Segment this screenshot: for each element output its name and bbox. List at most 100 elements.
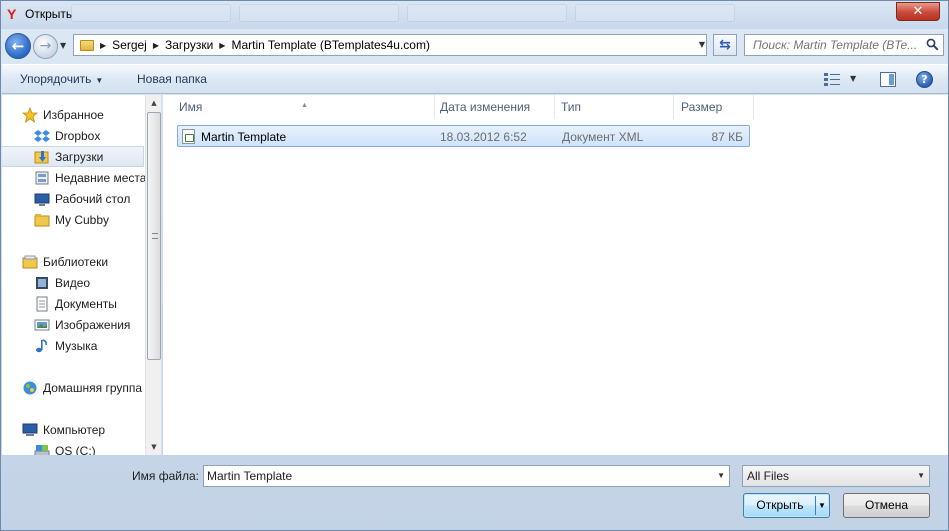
search-box[interactable] (744, 34, 944, 56)
yandex-browser-logo-icon: Y (7, 6, 17, 22)
homegroup-icon (23, 381, 37, 394)
organize-button[interactable]: Упорядочить ▼ (20, 72, 103, 86)
address-history-dropdown[interactable]: ▼ (694, 35, 710, 55)
arrow-right-icon: → (39, 38, 52, 54)
arrow-left-icon: ← (11, 37, 25, 55)
navigation-scrollbar[interactable]: ▲ ▼ (145, 95, 161, 455)
filename-label: Имя файла: (132, 469, 199, 483)
sidebar-item-label: Рабочий стол (55, 191, 131, 206)
file-size: 87 КБ (711, 130, 743, 144)
sidebar-item-label: Библиотеки (43, 254, 109, 269)
sidebar-item-label: OS (C:) (55, 443, 96, 456)
back-button[interactable]: ← (5, 33, 31, 59)
close-window-button[interactable]: ✕ (896, 2, 940, 21)
open-button[interactable]: Открыть ▼ (743, 493, 830, 518)
command-bar: Упорядочить ▼ Новая папка ▼ ? (2, 64, 948, 94)
preview-pane-icon[interactable] (880, 72, 896, 87)
filename-field[interactable]: Martin Template ▼ (203, 465, 730, 487)
sidebar-item-desktop[interactable]: Рабочий стол (2, 188, 144, 209)
sidebar-item-music[interactable]: Музыка (2, 335, 144, 356)
sidebar-item-label: Документы (55, 296, 117, 311)
drive-icon (34, 444, 50, 455)
open-button-label: Открыть (756, 498, 804, 512)
sidebar-item-label: Избранное (43, 107, 104, 122)
libraries-icon (22, 255, 38, 268)
file-row[interactable]: Martin Template 18.03.2012 6:52 Документ… (177, 125, 750, 147)
view-dropdown[interactable]: ▼ (850, 74, 856, 83)
folder-icon (80, 39, 94, 51)
open-file-dialog: Y Открыть ✕ ← → ▼ ▶ Sergej ▶ Загрузки ▶ … (0, 0, 949, 531)
column-header-date[interactable]: Дата изменения (435, 95, 555, 119)
background-tab (575, 4, 735, 22)
chevron-right-icon[interactable]: ▶ (100, 41, 106, 50)
sidebar-item-label: Недавние места (55, 170, 147, 185)
desktop-icon (34, 193, 50, 206)
documents-icon (36, 296, 48, 311)
search-input[interactable] (745, 35, 923, 55)
sidebar-item-label: Домашняя группа (43, 380, 143, 395)
filename-value: Martin Template (207, 469, 293, 483)
forward-button[interactable]: → (33, 34, 58, 59)
pictures-icon (34, 319, 50, 330)
downloads-folder-icon (34, 150, 49, 163)
chevron-down-icon: ▼ (95, 76, 104, 85)
chevron-right-icon[interactable]: ▶ (219, 41, 225, 50)
sidebar-item-video[interactable]: Видео (2, 272, 144, 293)
sidebar-item-libraries[interactable]: Библиотеки (2, 251, 144, 272)
file-list: Имя ▲ Дата изменения Тип Размер Martin T… (163, 95, 948, 455)
music-icon (36, 338, 47, 352)
sidebar-item-os-drive[interactable]: OS (C:) (2, 440, 144, 455)
breadcrumb-current-folder[interactable]: Martin Template (BTemplates4u.com) (231, 38, 430, 52)
sidebar-item-computer[interactable]: Компьютер (2, 419, 144, 440)
recent-places-icon (35, 171, 49, 184)
refresh-icon: ⇆ (719, 37, 731, 53)
chevron-right-icon[interactable]: ▶ (153, 41, 159, 50)
grip-icon (152, 233, 158, 239)
cancel-button[interactable]: Отмена (843, 493, 930, 518)
search-icon[interactable] (926, 38, 939, 51)
title-bar: Y Открыть ✕ (1, 1, 948, 29)
sort-ascending-icon: ▲ (301, 102, 308, 109)
breadcrumb-downloads[interactable]: Загрузки (165, 38, 213, 52)
video-icon (36, 276, 48, 289)
chevron-down-icon: ▼ (917, 471, 925, 480)
navigation-pane: Избранное Dropbox Загрузки Недавние мест… (2, 95, 162, 455)
scroll-up-arrow-icon[interactable]: ▲ (146, 95, 161, 111)
chevron-down-icon[interactable]: ▼ (717, 466, 725, 486)
organize-label: Упорядочить (20, 72, 92, 86)
background-tab (239, 4, 399, 22)
column-header-type[interactable]: Тип (555, 95, 674, 119)
sidebar-item-pictures[interactable]: Изображения (2, 314, 144, 335)
refresh-button[interactable]: ⇆ (713, 34, 737, 56)
sidebar-item-documents[interactable]: Документы (2, 293, 144, 314)
file-name: Martin Template (201, 130, 287, 144)
address-bar[interactable]: ▶ Sergej ▶ Загрузки ▶ Martin Template (B… (73, 34, 707, 56)
column-header-name[interactable]: Имя ▲ (163, 95, 435, 119)
xml-file-icon (182, 129, 195, 144)
sidebar-item-label: Загрузки (55, 149, 104, 164)
sidebar-item-label: Музыка (55, 338, 98, 353)
scroll-down-arrow-icon[interactable]: ▼ (146, 439, 161, 455)
file-type-filter-value: All Files (747, 469, 790, 483)
column-header-size[interactable]: Размер (674, 95, 754, 119)
breadcrumb-user[interactable]: Sergej (112, 38, 147, 52)
sidebar-item-dropbox[interactable]: Dropbox (2, 125, 144, 146)
new-folder-button[interactable]: Новая папка (137, 72, 207, 86)
sidebar-item-label: Изображения (55, 317, 131, 332)
split-divider (815, 496, 816, 515)
sidebar-item-downloads[interactable]: Загрузки (2, 146, 144, 167)
scrollbar-thumb[interactable] (147, 112, 161, 360)
computer-icon (22, 423, 38, 436)
help-icon[interactable]: ? (916, 71, 933, 88)
recent-pages-dropdown[interactable]: ▼ (60, 41, 66, 50)
star-icon (22, 106, 38, 123)
sidebar-item-favorites[interactable]: Избранное (2, 104, 144, 125)
sidebar-item-recent-places[interactable]: Недавние места (2, 167, 147, 188)
sidebar-item-my-cubby[interactable]: My Cubby (2, 209, 144, 230)
sidebar-item-homegroup[interactable]: Домашняя группа (2, 377, 144, 398)
sidebar-item-label: Компьютер (43, 422, 106, 437)
sidebar-item-label: Dropbox (55, 128, 101, 143)
view-options-icon[interactable] (824, 73, 840, 86)
chevron-down-icon[interactable]: ▼ (818, 494, 826, 517)
file-type-filter[interactable]: All Files ▼ (742, 465, 930, 487)
